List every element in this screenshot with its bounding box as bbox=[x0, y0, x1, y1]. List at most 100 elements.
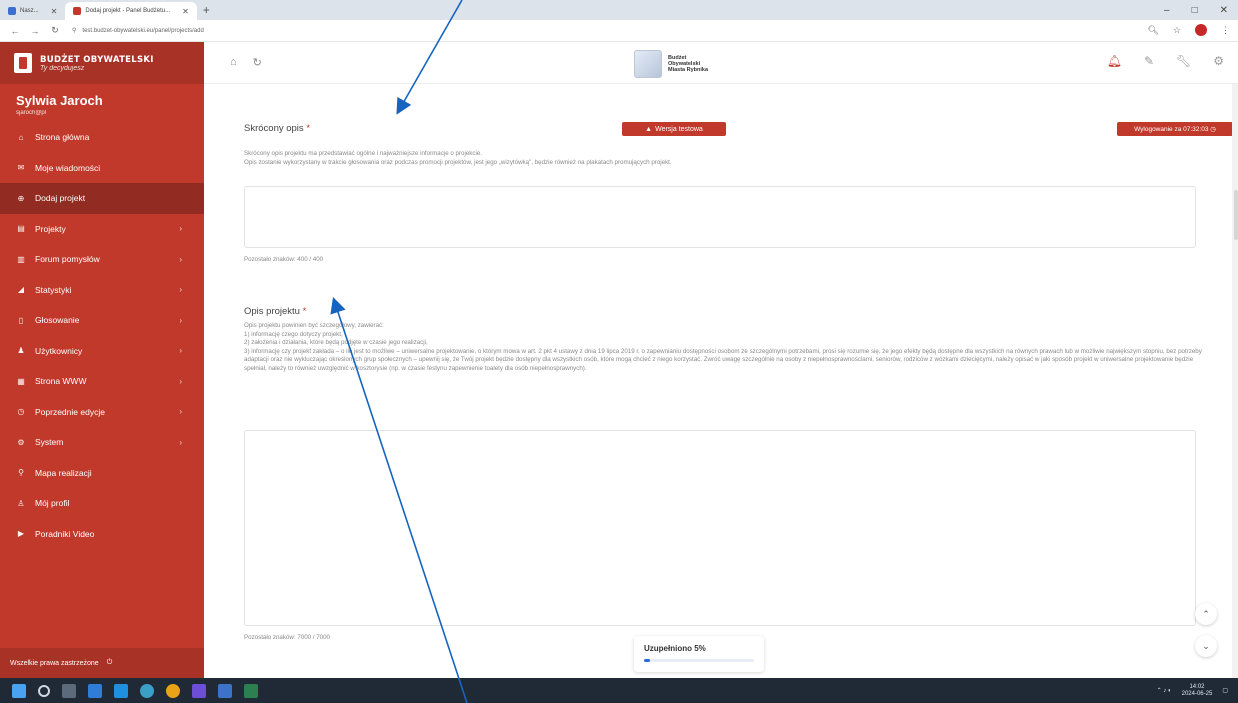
taskbar-app-icon[interactable] bbox=[88, 683, 102, 698]
zoom-icon[interactable]: 🔍︎ bbox=[1147, 25, 1158, 36]
sidebar-menu: ⌂ Strona główna ✉ Moje wiadomości ⊕ Dodaj pro… bbox=[0, 122, 204, 549]
tab-favicon-icon bbox=[73, 7, 82, 15]
tray-icons[interactable]: ⌃ ♪ ◐ bbox=[1157, 687, 1172, 694]
sidebar-item[interactable]: ♟ Użytkownicy › bbox=[0, 336, 204, 367]
url-text: test.budzet-obywatelski.eu/panel/project… bbox=[82, 27, 204, 34]
clock[interactable]: 14:02 2024-06-25 bbox=[1182, 684, 1213, 698]
video-icon: ▶ bbox=[17, 529, 25, 539]
user-email: sjaroch@pl bbox=[16, 110, 47, 116]
minimize-button[interactable]: – bbox=[1164, 5, 1170, 16]
chrome-browser-icon[interactable] bbox=[166, 683, 180, 698]
site-info-icon[interactable]: ⚲ bbox=[72, 27, 76, 34]
sidebar-item[interactable]: ⊕ Dodaj projekt bbox=[0, 183, 204, 214]
browser-tab-active[interactable]: Dodaj projekt - Panel Budżetu... ✕ bbox=[65, 2, 197, 20]
mail-app-icon[interactable] bbox=[114, 683, 128, 698]
sidebar-item[interactable]: ◢ Statystyki › bbox=[0, 275, 204, 306]
windows-start-icon[interactable] bbox=[12, 683, 26, 698]
sidebar-item[interactable]: ▯ Głosowanie › bbox=[0, 305, 204, 336]
project-description-textarea[interactable] bbox=[244, 430, 1196, 626]
sidebar-item[interactable]: ◷ Poprzednie edycje › bbox=[0, 397, 204, 428]
clock-date: 2024-06-25 bbox=[1181, 690, 1213, 697]
tab-label: Nasz... bbox=[20, 8, 39, 14]
chevron-right-icon: › bbox=[179, 285, 182, 295]
document-icon: ▤ bbox=[17, 224, 25, 234]
profile-avatar[interactable] bbox=[1195, 24, 1207, 36]
wrench-icon[interactable]: 🔧︎ bbox=[1176, 54, 1191, 68]
window-controls: – □ ✕ bbox=[1164, 0, 1228, 20]
page-scrollbar[interactable] bbox=[1232, 84, 1238, 678]
users-icon: ♟ bbox=[17, 346, 25, 356]
taskbar-app-icon[interactable] bbox=[192, 683, 206, 698]
edit-icon[interactable]: ✎ bbox=[1144, 54, 1154, 68]
close-tab-icon[interactable]: ✕ bbox=[182, 7, 189, 16]
sidebar-item[interactable]: ⌂ Strona główna bbox=[0, 122, 204, 153]
clock-time: 14:02 bbox=[1189, 683, 1205, 690]
settings-icon[interactable]: ⚙ bbox=[1213, 54, 1224, 68]
reload-icon[interactable]: ↻ bbox=[50, 25, 60, 36]
sidebar-item-label: Dodaj projekt bbox=[35, 193, 86, 204]
system-tray: ⌃ ♪ ◐ 14:02 2024-06-25 ▢ bbox=[1157, 678, 1228, 703]
sidebar-item[interactable]: ▤ Projekty › bbox=[0, 214, 204, 245]
search-icon[interactable] bbox=[38, 684, 50, 697]
sidebar-item-label: System bbox=[35, 437, 64, 448]
taskbar-app-icon[interactable] bbox=[218, 683, 232, 698]
forward-icon[interactable]: → bbox=[30, 26, 40, 36]
sidebar-item[interactable]: ⚙ System › bbox=[0, 427, 204, 458]
chevron-right-icon: › bbox=[179, 437, 182, 447]
chevron-up-icon: ⌃ bbox=[1202, 608, 1210, 619]
scroll-up-button[interactable]: ⌃ bbox=[1195, 603, 1217, 625]
completion-progress: Uzupełniono 5% bbox=[634, 636, 764, 672]
completion-label: Uzupełniono 5% bbox=[644, 644, 706, 653]
bookmark-star-icon[interactable]: ☆ bbox=[1173, 25, 1181, 36]
chart-icon: ◢ bbox=[17, 285, 25, 295]
notification-bell-icon[interactable]: 🔔︎ bbox=[1107, 54, 1122, 68]
power-icon[interactable]: ⏻ bbox=[107, 659, 113, 667]
close-window-button[interactable]: ✕ bbox=[1220, 5, 1228, 16]
task-view-icon[interactable] bbox=[62, 683, 76, 698]
sidebar-item[interactable]: ✉ Moje wiadomości bbox=[0, 153, 204, 184]
home-icon: ⌂ bbox=[18, 132, 24, 142]
sidebar-item[interactable]: ♙ Mój profil bbox=[0, 488, 204, 519]
home-outline-icon[interactable]: ⌂ bbox=[230, 56, 237, 69]
brand[interactable]: BUDŻET OBYWATELSKI Ty decydujesz bbox=[0, 42, 204, 84]
sidebar-item[interactable]: ⚲ Mapa realizacji bbox=[0, 458, 204, 489]
ballot-icon: ▯ bbox=[18, 315, 24, 325]
completion-track bbox=[644, 659, 754, 662]
city-logo: Budżet Obywatelski Miasta Rybnika bbox=[634, 50, 708, 78]
app-topbar: ⌂ ↻ Budżet Obywatelski Miasta Rybnika 🔔︎… bbox=[204, 42, 1238, 84]
maximize-button[interactable]: □ bbox=[1192, 5, 1198, 16]
page-scrollbar-thumb[interactable] bbox=[1234, 190, 1238, 240]
edge-browser-icon[interactable] bbox=[140, 683, 154, 698]
close-tab-icon[interactable]: ✕ bbox=[51, 7, 58, 16]
user-info: Sylwia Jaroch sjaroch@pl bbox=[0, 84, 204, 122]
sidebar-item-label: Mój profil bbox=[35, 498, 70, 509]
tab-label: Dodaj projekt - Panel Budżetu... bbox=[85, 8, 171, 14]
notification-center-icon[interactable]: ▢ bbox=[1222, 687, 1228, 694]
browser-menu-icon[interactable]: ⋮ bbox=[1221, 25, 1230, 36]
user-name: Sylwia Jaroch bbox=[16, 93, 103, 108]
taskbar-app-icon[interactable] bbox=[244, 683, 258, 698]
short-description-textarea[interactable] bbox=[244, 186, 1196, 248]
sidebar-item[interactable]: ▦ Strona WWW › bbox=[0, 366, 204, 397]
tab-favicon-icon bbox=[8, 7, 16, 15]
short-description-help: Skrócony opis projektu ma przedstawiać o… bbox=[244, 150, 672, 166]
browser-tab[interactable]: Nasz... ✕ bbox=[0, 2, 65, 20]
url-field[interactable]: ⚲ test.budzet-obywatelski.eu/panel/proje… bbox=[72, 27, 204, 35]
sidebar-item[interactable]: ▶ Poradniki Video bbox=[0, 519, 204, 550]
plus-circle-icon: ⊕ bbox=[17, 193, 25, 203]
scroll-down-button[interactable]: ⌄ bbox=[1195, 635, 1217, 657]
sidebar-item-label: Strona główna bbox=[35, 132, 90, 143]
sidebar-item-label: Strona WWW bbox=[35, 376, 87, 387]
refresh-icon[interactable]: ↻ bbox=[253, 56, 262, 69]
brand-title: BUDŻET OBYWATELSKI bbox=[40, 54, 154, 65]
chevron-right-icon: › bbox=[179, 315, 182, 325]
map-pin-icon: ⚲ bbox=[18, 468, 24, 478]
short-description-counter: Pozostało znaków: 400 / 400 bbox=[244, 256, 324, 263]
back-icon[interactable]: ← bbox=[10, 26, 20, 36]
new-tab-button[interactable]: + bbox=[203, 3, 210, 17]
project-description-title: Opis projektu * bbox=[244, 306, 307, 317]
sidebar-item-label: Poprzednie edycje bbox=[35, 406, 105, 417]
os-taskbar: ⌃ ♪ ◐ 14:02 2024-06-25 ▢ bbox=[0, 678, 1238, 703]
history-icon: ◷ bbox=[17, 407, 25, 417]
sidebar-item[interactable]: ▥ Forum pomysłów › bbox=[0, 244, 204, 275]
